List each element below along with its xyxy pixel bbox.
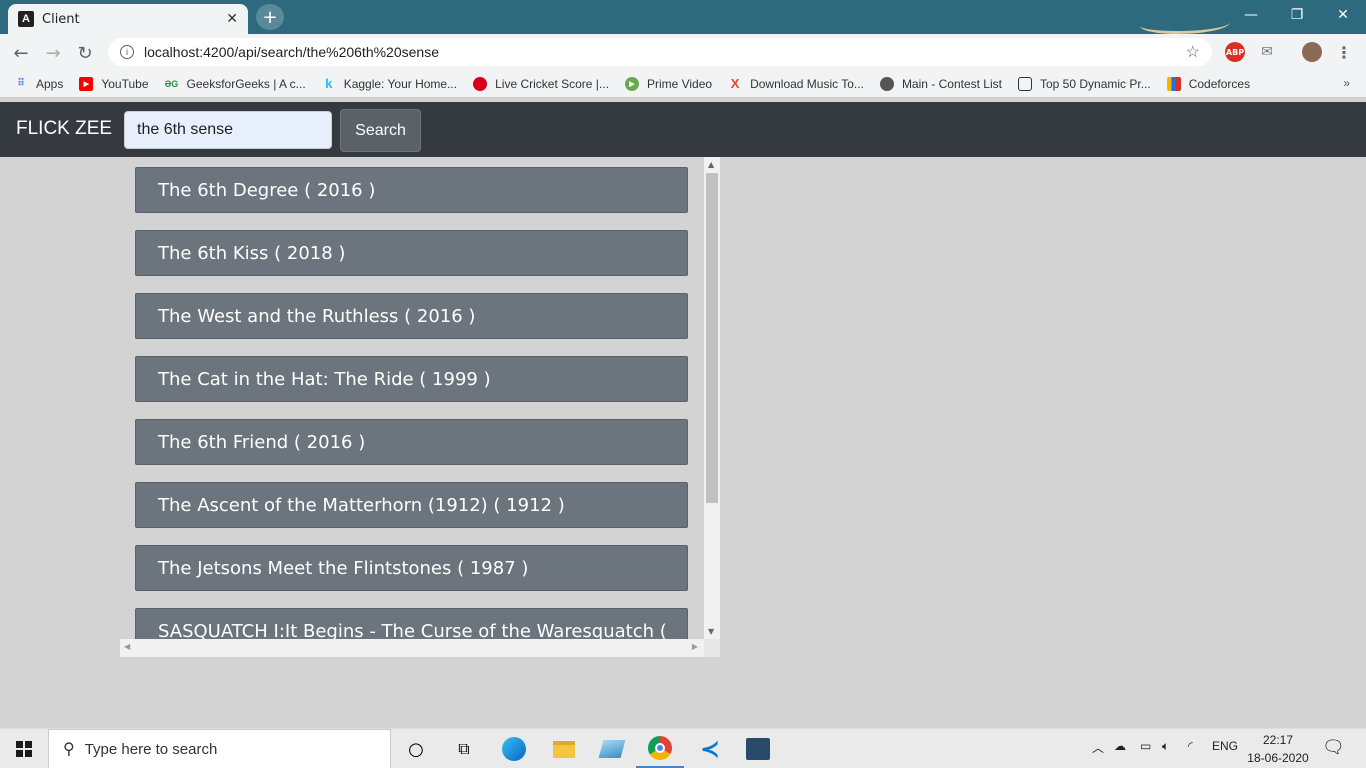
geeksforgeeks-icon: ƏG bbox=[164, 78, 179, 89]
search-icon: ⚲ bbox=[63, 741, 75, 758]
bookmarks-overflow-icon[interactable]: » bbox=[1343, 76, 1350, 90]
close-window-button[interactable]: ✕ bbox=[1320, 0, 1366, 30]
restore-button[interactable]: ❐ bbox=[1274, 0, 1320, 30]
search-input[interactable] bbox=[124, 111, 332, 149]
result-item[interactable]: The Jetsons Meet the Flintstones ( 1987 … bbox=[135, 545, 688, 591]
bookmark-kaggle[interactable]: k Kaggle: Your Home... bbox=[322, 76, 458, 91]
browser-menu-icon[interactable]: ⋮ bbox=[1334, 42, 1354, 62]
bookmark-label: Kaggle: Your Home... bbox=[343, 76, 458, 91]
prime-video-icon: ▶ bbox=[624, 76, 639, 91]
forward-arrow-icon[interactable]: → bbox=[40, 40, 66, 66]
bookmark-contest-list[interactable]: Main - Contest List bbox=[879, 76, 1002, 91]
scroll-down-arrow-icon[interactable]: ▼ bbox=[708, 627, 714, 636]
bookmark-geeksforgeeks[interactable]: ƏG GeeksforGeeks | A c... bbox=[165, 77, 306, 91]
minimize-button[interactable]: — bbox=[1228, 0, 1274, 30]
scroll-left-arrow-icon[interactable]: ◀ bbox=[124, 642, 130, 651]
bookmark-cricket[interactable]: Live Cricket Score |... bbox=[473, 76, 609, 91]
theme-decoration bbox=[1140, 14, 1230, 34]
vertical-scrollbar[interactable]: ▲ ▼ bbox=[704, 157, 720, 639]
kaggle-icon: k bbox=[325, 76, 333, 91]
clock-date: 18-06-2020 bbox=[1247, 751, 1309, 765]
results-list: The 6th Degree ( 2016 ) The 6th Kiss ( 2… bbox=[120, 157, 720, 657]
taskbar-search-box[interactable]: ⚲ Type here to search bbox=[48, 729, 391, 768]
volume-icon[interactable]: 🔈︎ bbox=[1162, 739, 1169, 754]
brand-logo[interactable]: FLICK ZEE bbox=[16, 118, 112, 140]
bookmark-label: Codeforces bbox=[1188, 76, 1251, 91]
horizontal-scrollbar[interactable]: ◀ ▶ bbox=[120, 639, 704, 657]
edge-icon[interactable] bbox=[490, 729, 538, 768]
chrome-icon[interactable] bbox=[636, 729, 684, 768]
browser-tab[interactable]: A Client ✕ bbox=[8, 4, 248, 34]
file-explorer-icon[interactable] bbox=[540, 729, 588, 768]
wifi-icon[interactable]: ◜ bbox=[1188, 739, 1193, 753]
cricket-icon bbox=[473, 76, 488, 91]
back-arrow-icon[interactable]: ← bbox=[8, 40, 34, 66]
apps-grid-icon: ⠿ bbox=[17, 78, 25, 89]
scroll-right-arrow-icon[interactable]: ▶ bbox=[692, 642, 698, 651]
music-x-icon: X bbox=[730, 76, 740, 91]
task-view-icon[interactable]: ⧉ bbox=[440, 729, 488, 768]
youtube-icon: ▶ bbox=[79, 76, 94, 91]
browser-titlebar: A Client ✕ + — ❐ ✕ bbox=[0, 0, 1366, 34]
result-item[interactable]: The 6th Kiss ( 2018 ) bbox=[135, 230, 688, 276]
angular-icon: A bbox=[18, 11, 34, 27]
result-item[interactable]: The Ascent of the Matterhorn (1912) ( 19… bbox=[135, 482, 688, 528]
codeforces-icon bbox=[1166, 76, 1181, 91]
result-item[interactable]: The 6th Friend ( 2016 ) bbox=[135, 419, 688, 465]
profile-avatar[interactable] bbox=[1302, 42, 1322, 62]
tab-close-icon[interactable]: ✕ bbox=[226, 11, 238, 27]
taskbar-clock[interactable]: 22:17 18-06-2020 bbox=[1244, 731, 1312, 767]
bookmark-label: YouTube bbox=[101, 76, 149, 91]
bookmarks-bar: ⠿ Apps ▶ YouTube ƏG GeeksforGeeks | A c.… bbox=[0, 70, 1366, 98]
tray-chevron-icon[interactable]: ︿ bbox=[1092, 739, 1104, 756]
windows-logo-icon bbox=[16, 741, 32, 757]
clock-time: 22:17 bbox=[1262, 733, 1294, 747]
bookmark-youtube[interactable]: ▶ YouTube bbox=[79, 76, 149, 91]
site-info-icon[interactable]: i bbox=[120, 45, 134, 59]
bookmark-top-50-dynamic[interactable]: Top 50 Dynamic Pr... bbox=[1017, 76, 1151, 91]
scrollbar-thumb[interactable] bbox=[706, 173, 718, 503]
bookmark-star-icon[interactable]: ☆ bbox=[1186, 42, 1200, 62]
start-button[interactable] bbox=[0, 729, 48, 768]
bookmark-download-music[interactable]: X Download Music To... bbox=[728, 76, 864, 91]
bookmark-apps[interactable]: ⠿ Apps bbox=[14, 77, 63, 91]
taskbar-search-placeholder: Type here to search bbox=[84, 740, 218, 758]
bookmark-codeforces[interactable]: Codeforces bbox=[1166, 76, 1251, 91]
bookmark-label: Apps bbox=[36, 76, 64, 91]
page-icon bbox=[1017, 76, 1032, 91]
bookmark-label: Download Music To... bbox=[750, 76, 864, 91]
notification-center-icon[interactable]: 🗨︎ bbox=[1322, 737, 1345, 758]
vscode-icon[interactable]: ≺ bbox=[686, 729, 734, 768]
language-indicator[interactable]: ENG bbox=[1212, 739, 1238, 753]
result-item[interactable]: The 6th Degree ( 2016 ) bbox=[135, 167, 688, 213]
result-item[interactable]: The Cat in the Hat: The Ride ( 1999 ) bbox=[135, 356, 688, 402]
mysql-workbench-icon[interactable] bbox=[734, 729, 782, 768]
bookmark-prime-video[interactable]: ▶ Prime Video bbox=[624, 76, 713, 91]
onedrive-icon[interactable]: ☁ bbox=[1114, 739, 1126, 753]
mail-extension-icon[interactable]: ✉ bbox=[1257, 42, 1277, 62]
new-tab-button[interactable]: + bbox=[256, 4, 284, 30]
adblock-plus-icon[interactable]: ABP bbox=[1225, 42, 1245, 62]
cortana-icon[interactable]: ○ bbox=[392, 729, 440, 768]
notepad-icon[interactable] bbox=[588, 729, 636, 768]
scrollbar-corner bbox=[704, 639, 720, 657]
bookmark-label: Top 50 Dynamic Pr... bbox=[1039, 76, 1151, 91]
search-button[interactable]: Search bbox=[340, 109, 421, 152]
windows-taskbar: ⚲ Type here to search ○ ⧉ ≺ ︿ ☁ ▭ 🔈︎ ◜ E… bbox=[0, 728, 1366, 768]
bookmark-label: Main - Contest List bbox=[901, 76, 1002, 91]
bookmark-label: Live Cricket Score |... bbox=[495, 76, 609, 91]
bookmark-label: GeeksforGeeks | A c... bbox=[186, 76, 306, 91]
address-bar[interactable]: i localhost:4200/api/search/the%206th%20… bbox=[108, 38, 1212, 66]
browser-toolbar: ← → ↻ i localhost:4200/api/search/the%20… bbox=[0, 34, 1366, 70]
result-item[interactable]: The West and the Ruthless ( 2016 ) bbox=[135, 293, 688, 339]
bookmark-label: Prime Video bbox=[646, 76, 713, 91]
tab-title: Client bbox=[42, 11, 80, 27]
battery-icon[interactable]: ▭ bbox=[1140, 739, 1151, 753]
scroll-up-arrow-icon[interactable]: ▲ bbox=[708, 160, 714, 169]
url-text[interactable]: localhost:4200/api/search/the%206th%20se… bbox=[144, 44, 1186, 60]
contest-icon bbox=[879, 76, 894, 91]
reload-icon[interactable]: ↻ bbox=[72, 40, 98, 66]
